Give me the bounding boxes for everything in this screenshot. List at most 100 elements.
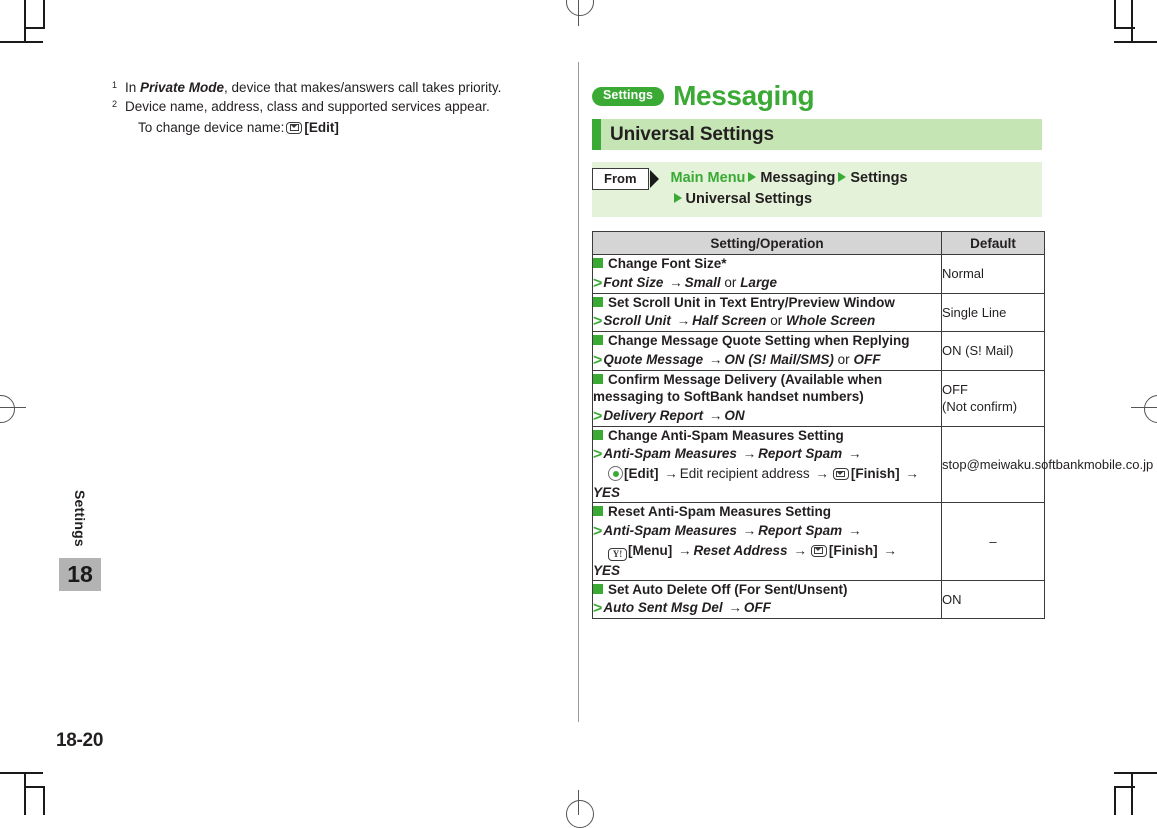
setting-step-line: >Font Size → Small or Large: [593, 274, 941, 293]
ymenu-key-icon: Y!: [608, 547, 627, 561]
step-softkey-label: [Finish]: [850, 466, 900, 481]
table-row: Change Anti-Spam Measures Setting >Anti-S…: [592, 425, 1153, 503]
footnote-2-subline: To change device name: [Edit]: [138, 118, 562, 137]
arrow-icon: →: [708, 407, 723, 423]
step-marker-icon: >: [593, 407, 603, 425]
footnote-1-text: In Private Mode, device that makes/answe…: [125, 78, 562, 97]
arrow-icon: →: [708, 351, 723, 367]
arrow-icon: →: [728, 600, 742, 615]
setting-step-line: YES: [593, 562, 941, 580]
default-value-cell: ON: [941, 579, 1045, 619]
crop-mark-tr-v: [1131, 0, 1133, 43]
navigation-path-block: From Main Menu Messaging Settings Universa…: [592, 162, 1042, 217]
crop-mark-bl-h2: [24, 786, 45, 788]
chevron-right-icon: [748, 172, 757, 182]
step-text: or: [770, 313, 783, 328]
from-tag-arrow-icon: [649, 170, 659, 188]
breadcrumb: Main Menu Messaging Settings Universal Set…: [671, 168, 1043, 210]
step-value: Small: [684, 274, 721, 290]
table-header-row: Setting/Operation Default: [592, 231, 1045, 255]
registration-mark-bottom-cross: [578, 790, 580, 815]
breadcrumb-line-1: Main Menu Messaging Settings: [671, 170, 908, 186]
green-square-bullet-icon: [593, 583, 603, 594]
setting-heading: Change Message Quote Setting when Replyi…: [593, 332, 941, 350]
arrow-icon: →: [905, 466, 919, 481]
default-value-cell: –: [941, 502, 1045, 581]
setting-step-line: Y! [Menu] → Reset Address → [Finish] →: [593, 542, 941, 561]
setting-step-line: >Auto Sent Msg Del → OFF: [593, 599, 941, 618]
setting-heading: Set Scroll Unit in Text Entry/Preview Wi…: [593, 294, 941, 312]
arrow-icon: →: [742, 522, 757, 538]
section-title: Universal Settings: [610, 123, 774, 145]
step-value: Whole Screen: [785, 313, 876, 328]
section-accent-bar: [592, 119, 601, 150]
setting-step-line: >Scroll Unit → Half Screen or Whole Scree…: [593, 312, 941, 331]
crop-mark-br-h2: [1114, 786, 1135, 788]
registration-mark-top-cross: [578, 0, 580, 26]
crop-mark-tr-v2: [1114, 0, 1116, 28]
step-marker-icon: >: [593, 446, 603, 463]
arrow-icon: →: [678, 542, 692, 558]
breadcrumb-item-main-menu: Main Menu: [670, 170, 746, 186]
table-row: Change Message Quote Setting when Replyi…: [592, 331, 1045, 371]
setting-heading-text: Change Font Size*: [608, 256, 727, 271]
green-square-bullet-icon: [593, 335, 603, 345]
content-column: Settings Messaging Universal Settings Fr…: [592, 80, 1153, 619]
page-folio: 18-20: [56, 730, 104, 751]
registration-mark-left: [0, 395, 15, 423]
crop-mark-tl-h: [0, 41, 43, 43]
table-row: Change Font Size* >Font Size → Small or La…: [592, 254, 1045, 294]
arrow-icon: →: [676, 313, 691, 328]
setting-operation-cell: Change Font Size* >Font Size → Small or La…: [592, 254, 942, 294]
step-text: or: [837, 351, 850, 367]
setting-step-line: >Anti-Spam Measures → Report Spam →: [593, 445, 941, 464]
setting-heading: Confirm Message Delivery (Available when…: [593, 371, 941, 406]
registration-mark-right-cross: [1131, 407, 1157, 409]
setting-heading-text: Change Message Quote Setting when Replyi…: [608, 333, 910, 348]
footnote-1-marker: 1: [112, 80, 118, 90]
setting-operation-cell: Confirm Message Delivery (Available when…: [592, 369, 942, 427]
step-value: Report Spam: [758, 446, 843, 461]
from-tag: From: [592, 168, 649, 190]
arrow-icon: →: [883, 542, 897, 558]
crop-mark-br-v2: [1114, 786, 1116, 815]
crop-mark-bl-v: [24, 772, 26, 815]
step-value: Large: [740, 274, 777, 290]
default-value-cell: stop@meiwaku.softbankmobile.co.jp: [941, 425, 1153, 503]
footnote-2-text: Device name, address, class and supporte…: [125, 97, 562, 137]
crop-mark-bl-h: [0, 772, 43, 774]
envelope-key-icon: [286, 121, 303, 134]
default-value-cell: OFF (Not confirm): [941, 369, 1045, 427]
footnote-1: 1 In Private Mode, device that makes/ans…: [112, 78, 562, 97]
chapter-side-tab: Settings 18: [59, 490, 101, 591]
step-value: OFF: [853, 351, 881, 367]
crop-mark-tl-h2: [24, 27, 45, 29]
step-value: ON (S! Mail/SMS): [724, 351, 834, 367]
step-value: Anti-Spam Measures: [603, 522, 737, 538]
setting-heading-text: Set Auto Delete Off (For Sent/Unsent): [608, 581, 848, 597]
step-value: OFF: [743, 600, 771, 615]
green-square-bullet-icon: [593, 506, 603, 516]
crop-mark-bl-v2: [43, 786, 45, 815]
crop-mark-tl-v2: [43, 0, 45, 28]
step-marker-icon: >: [593, 274, 603, 292]
registration-mark-left-cross: [0, 407, 26, 409]
setting-step-line: >Quote Message → ON (S! Mail/SMS) or OFF: [593, 351, 941, 370]
default-value-cell: ON (S! Mail): [941, 331, 1045, 371]
table-row: Set Scroll Unit in Text Entry/Preview Wi…: [592, 292, 1045, 332]
from-tag-wrapper: From: [592, 168, 659, 190]
page-title-row: Settings Messaging: [592, 80, 1042, 112]
chevron-right-icon: [838, 172, 847, 182]
arrow-icon: →: [793, 542, 807, 558]
green-square-bullet-icon: [593, 296, 603, 307]
breadcrumb-item-settings: Settings: [850, 170, 908, 186]
arrow-icon: →: [815, 466, 829, 481]
step-softkey-label: [Edit]: [624, 466, 659, 481]
setting-heading-text: Change Anti-Spam Measures Setting: [608, 427, 844, 443]
crop-mark-br-h: [1114, 772, 1157, 774]
step-marker-icon: >: [593, 351, 603, 369]
setting-heading: Change Anti-Spam Measures Setting: [593, 427, 941, 445]
arrow-icon: →: [847, 446, 862, 461]
setting-heading: Set Auto Delete Off (For Sent/Unsent): [593, 581, 941, 599]
default-value-cell: Single Line: [941, 292, 1045, 332]
